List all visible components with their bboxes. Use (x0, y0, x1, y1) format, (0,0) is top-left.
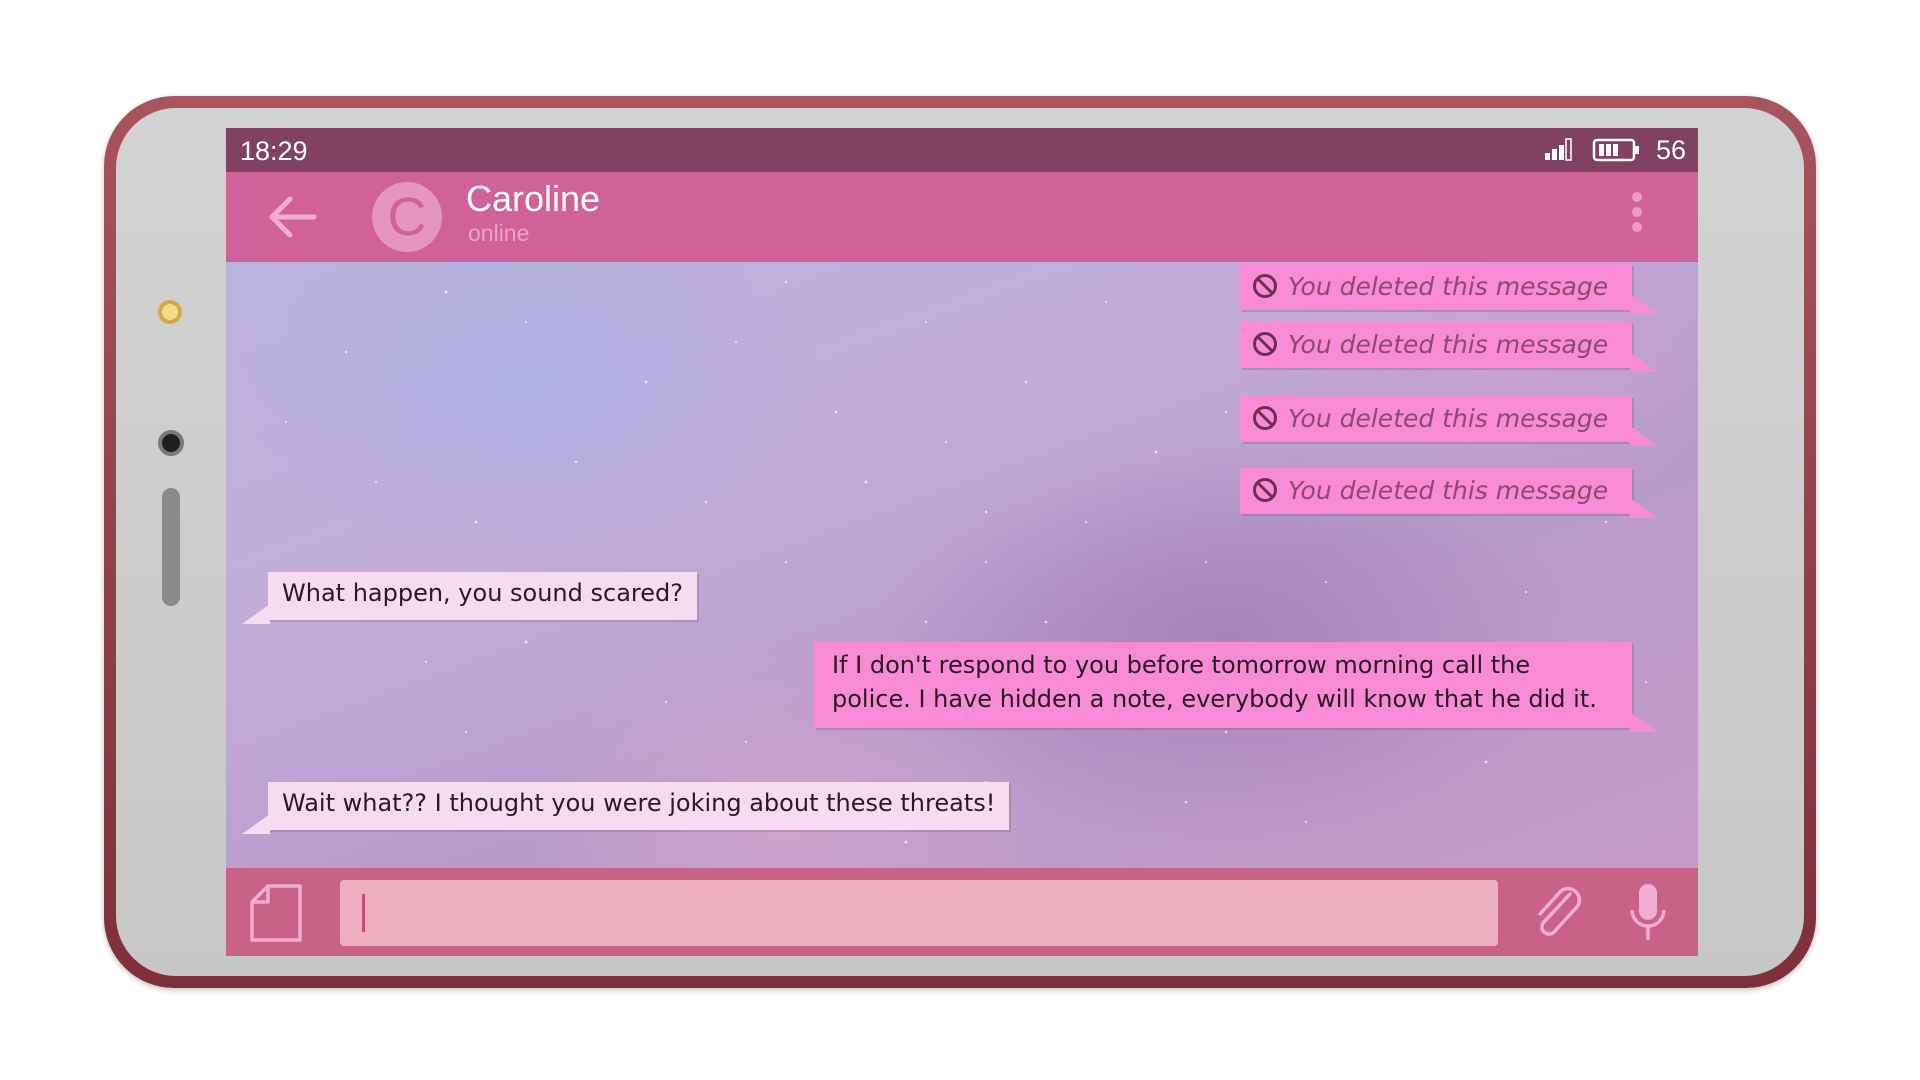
contact-name[interactable]: Caroline (466, 178, 600, 220)
deleted-message-text: You deleted this message (1288, 476, 1609, 505)
incoming-message[interactable]: Wait what?? I thought you were joking ab… (241, 782, 1010, 834)
message-text-line: If I don't respond to you before tomorro… (832, 651, 1531, 679)
message-list[interactable]: You deleted this message You deleted thi… (226, 262, 1698, 868)
proximity-sensor (158, 300, 182, 324)
more-vertical-icon[interactable] (1630, 190, 1644, 242)
deleted-message[interactable]: You deleted this message (1240, 264, 1658, 314)
message-input[interactable] (340, 880, 1498, 946)
message-text: What happen, you sound scared? (282, 579, 683, 607)
phone-screen: 18:29 56 C Caroline online You deleted t… (226, 128, 1698, 956)
microphone-icon[interactable] (1628, 882, 1668, 944)
incoming-message[interactable]: What happen, you sound scared? (242, 572, 697, 624)
ban-icon (1253, 332, 1277, 356)
deleted-message-text: You deleted this message (1288, 330, 1609, 359)
ban-icon (1253, 406, 1277, 430)
message-text-line: police. I have hidden a note, everybody … (832, 685, 1597, 713)
contact-status: online (468, 220, 530, 246)
deleted-message-text: You deleted this message (1288, 272, 1609, 301)
ban-icon (1253, 274, 1277, 298)
arrow-left-icon[interactable] (266, 194, 318, 240)
text-caret (362, 894, 365, 932)
battery-icon (1592, 138, 1639, 162)
chat-header: C Caroline online (226, 172, 1698, 262)
status-bar: 18:29 56 (226, 128, 1698, 172)
front-camera (158, 430, 184, 456)
ban-icon (1253, 478, 1277, 502)
outgoing-message[interactable]: If I don't respond to you before tomorro… (814, 642, 1658, 732)
composer-bar (226, 868, 1698, 956)
avatar[interactable]: C (372, 182, 442, 252)
sticker-icon[interactable] (246, 882, 306, 944)
battery-percentage: 56 (1656, 135, 1687, 165)
deleted-message[interactable]: You deleted this message (1240, 468, 1658, 518)
paperclip-icon[interactable] (1530, 882, 1586, 942)
home-button[interactable] (162, 488, 180, 606)
deleted-message[interactable]: You deleted this message (1240, 322, 1658, 372)
status-time: 18:29 (240, 136, 308, 166)
deleted-message[interactable]: You deleted this message (1240, 396, 1658, 446)
signal-icon (1545, 138, 1572, 161)
message-text: Wait what?? I thought you were joking ab… (282, 789, 996, 817)
deleted-message-text: You deleted this message (1288, 404, 1609, 433)
